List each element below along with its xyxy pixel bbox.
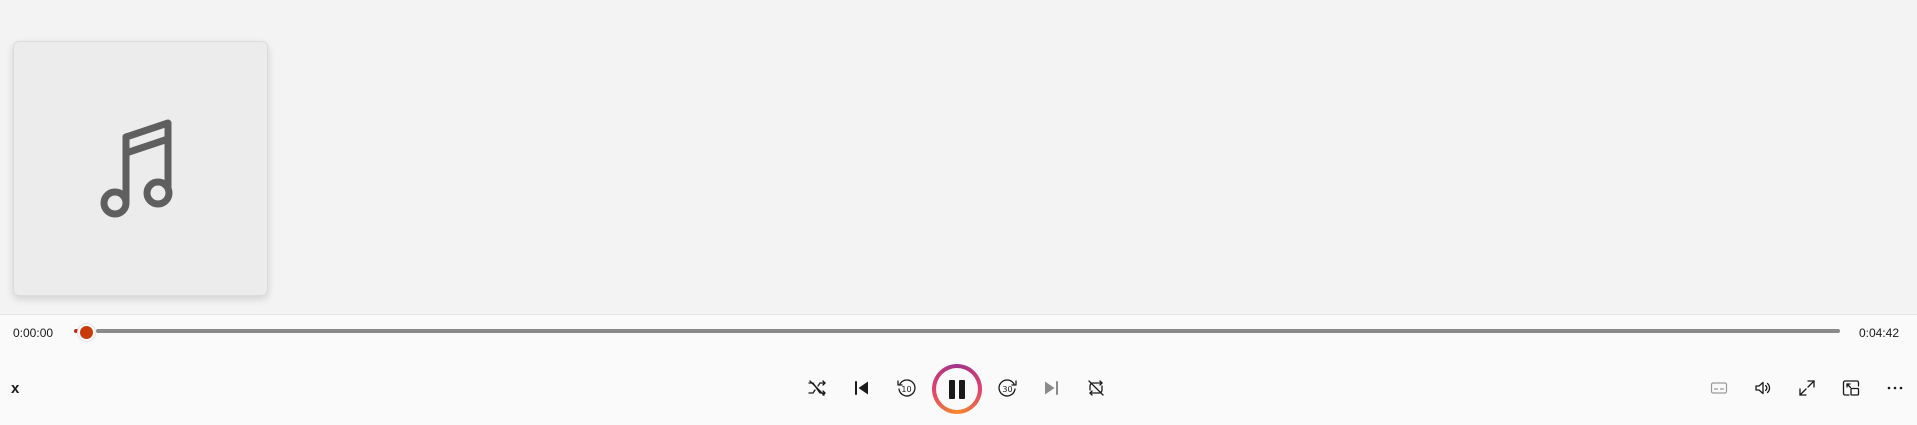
next-button[interactable] (1031, 368, 1071, 408)
media-player-window: 0:00:00 0:04:42 x 10 30 (0, 0, 1917, 425)
mini-player-button[interactable] (1831, 368, 1871, 408)
captions-button[interactable] (1699, 368, 1739, 408)
previous-icon (855, 381, 868, 395)
previous-button[interactable] (842, 368, 882, 408)
play-pause-inner (936, 368, 978, 410)
repeat-button[interactable] (1076, 368, 1116, 408)
mini-player-icon (1842, 380, 1860, 396)
shuffle-button[interactable] (797, 368, 837, 408)
fullscreen-icon (1799, 380, 1815, 396)
seek-bar[interactable] (96, 329, 1840, 333)
more-options-button[interactable] (1875, 368, 1915, 408)
skip-forward-label: 30 (1002, 385, 1012, 394)
repeat-icon (1088, 380, 1104, 396)
total-time: 0:04:42 (1858, 326, 1899, 340)
pause-icon (947, 379, 967, 399)
skip-back-10-icon: 10 (897, 379, 916, 397)
more-options-icon (1887, 386, 1903, 390)
close-button[interactable]: x (11, 380, 19, 398)
next-icon (1045, 381, 1058, 395)
shuffle-icon (808, 380, 826, 396)
volume-button[interactable] (1743, 368, 1783, 408)
music-note-icon (100, 119, 172, 217)
skip-forward-30-button[interactable]: 30 (988, 368, 1028, 408)
play-pause-button[interactable] (932, 364, 982, 414)
current-time: 0:00:00 (13, 326, 54, 340)
seek-thumb[interactable] (78, 324, 95, 341)
captions-icon (1710, 382, 1728, 394)
skip-back-10-button[interactable]: 10 (886, 368, 926, 408)
skip-forward-30-icon: 30 (998, 379, 1017, 397)
album-art (13, 41, 268, 296)
fullscreen-button[interactable] (1787, 368, 1827, 408)
skip-back-label: 10 (901, 385, 911, 394)
volume-icon (1755, 381, 1771, 395)
